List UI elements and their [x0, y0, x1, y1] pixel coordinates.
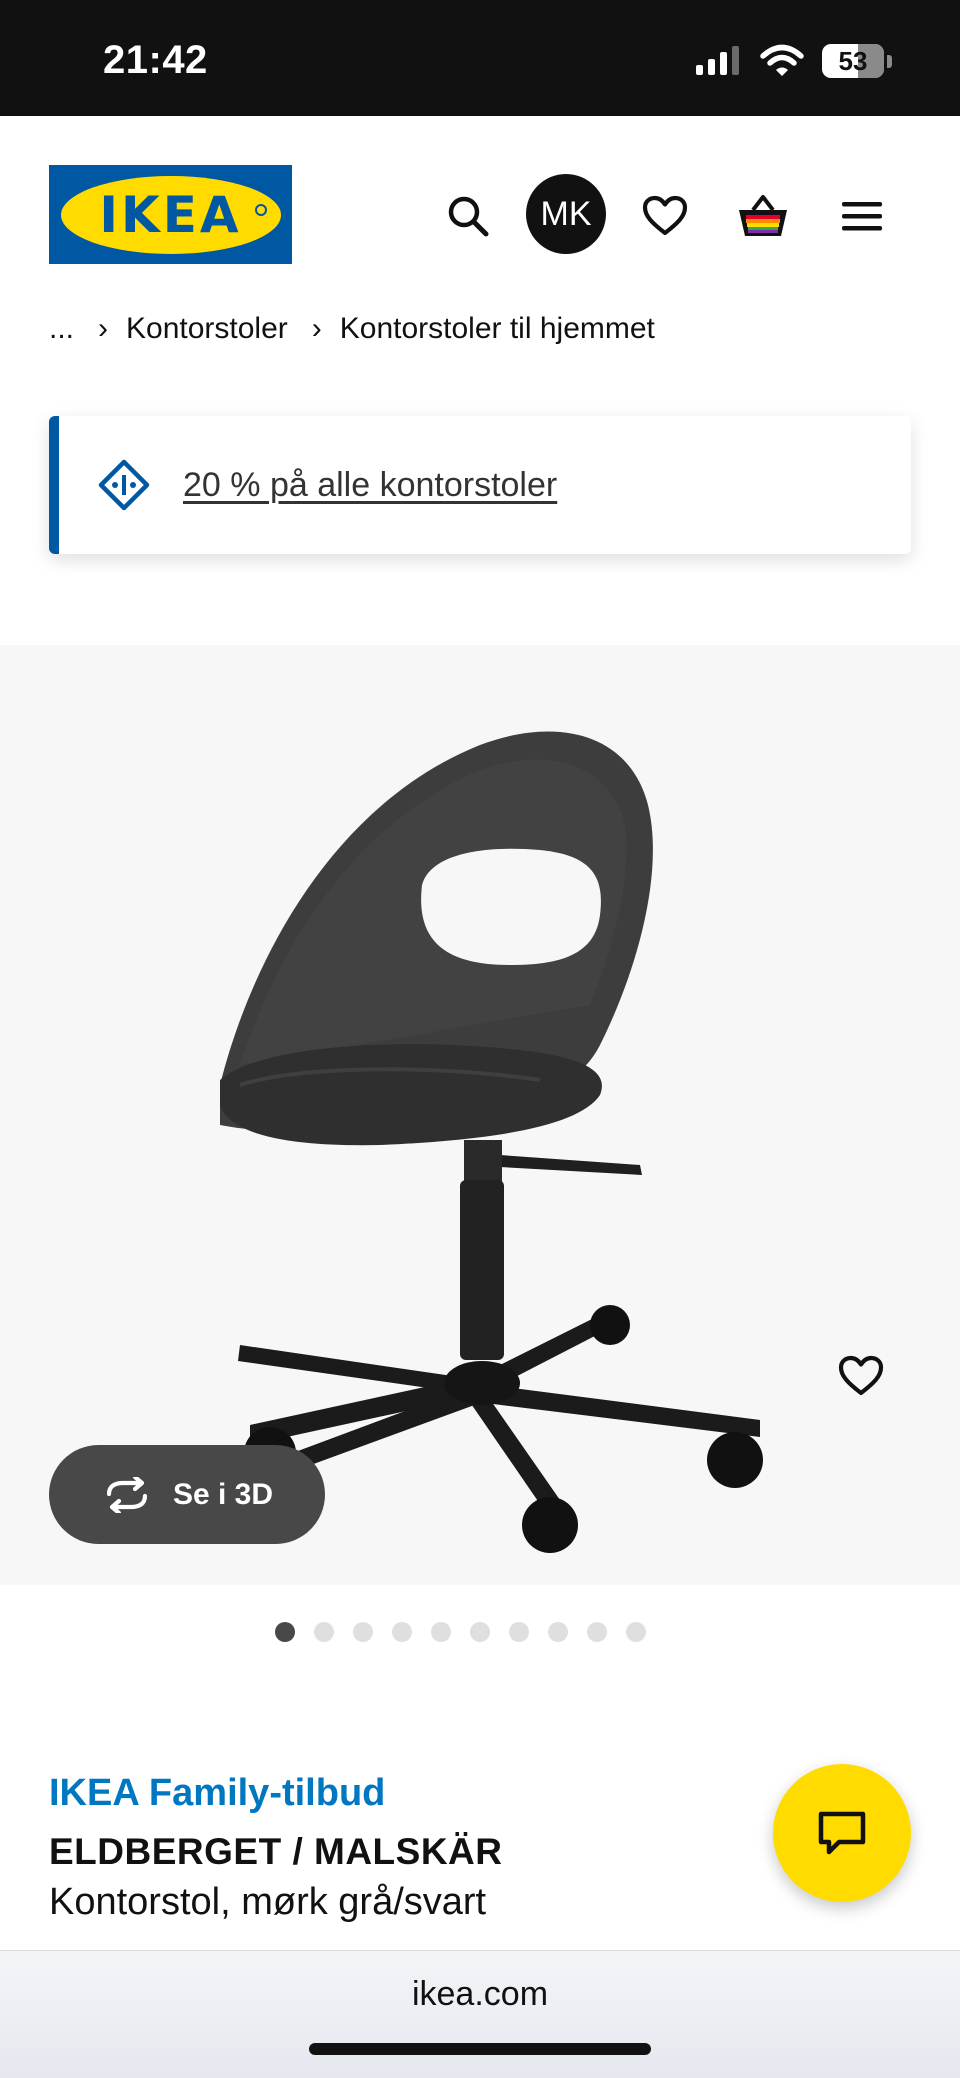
status-time: 21:42 — [103, 38, 208, 82]
breadcrumb-item-kontorstoler-til-hjemmet[interactable]: Kontorstoler til hjemmet — [340, 312, 655, 346]
product-favourite-button[interactable] — [828, 1345, 894, 1407]
ikea-logo[interactable]: IKEA — [49, 165, 292, 264]
family-offer-label: IKEA Family-tilbud — [49, 1772, 386, 1814]
chat-icon — [818, 1811, 866, 1855]
carousel-dot[interactable] — [508, 1622, 529, 1642]
product-name: ELDBERGET / MALSKÄR — [49, 1831, 503, 1872]
logo-text: IKEA — [99, 185, 242, 244]
status-icons: 53 — [694, 44, 892, 78]
carousel-dot[interactable] — [547, 1622, 568, 1642]
search-button[interactable] — [440, 188, 496, 244]
carousel-dot[interactable] — [313, 1622, 334, 1642]
url-text[interactable]: ikea.com — [0, 1975, 960, 2014]
breadcrumb-separator: › — [311, 312, 322, 345]
status-bar: 21:42 53 — [0, 0, 960, 116]
battery-level: 53 — [838, 45, 868, 76]
rotate-3d-icon — [106, 1476, 148, 1513]
search-icon — [448, 196, 489, 237]
basket-button[interactable] — [733, 186, 793, 246]
view-3d-label: Se i 3D — [172, 1477, 274, 1511]
breadcrumb-ellipsis[interactable]: ... — [49, 312, 74, 346]
carousel-dot[interactable] — [391, 1622, 412, 1642]
carousel-dot[interactable] — [352, 1622, 373, 1642]
carousel-dot[interactable] — [430, 1622, 451, 1642]
battery-icon: 53 — [822, 44, 884, 78]
menu-button[interactable] — [832, 190, 892, 242]
image-carousel-dots — [0, 1622, 960, 1642]
favourites-button[interactable] — [636, 188, 694, 244]
view-3d-button[interactable]: Se i 3D — [49, 1445, 325, 1544]
breadcrumb-item-kontorstoler[interactable]: Kontorstoler — [126, 312, 288, 346]
carousel-dot[interactable] — [586, 1622, 607, 1642]
breadcrumb: ... › Kontorstoler › Kontorstoler til hj… — [49, 312, 655, 346]
promo-tag-icon — [97, 458, 151, 512]
heart-icon — [838, 1355, 884, 1396]
product-image[interactable] — [0, 645, 960, 1585]
chat-button[interactable] — [773, 1764, 911, 1902]
promo-banner[interactable]: 20 % på alle kontorstoler — [49, 416, 911, 554]
wifi-icon — [760, 44, 804, 76]
basket-icon — [739, 195, 787, 236]
product-description: Kontorstol, mørk grå/svart — [49, 1881, 487, 1923]
promo-link[interactable]: 20 % på alle kontorstoler — [183, 466, 557, 505]
heart-icon — [642, 195, 688, 236]
breadcrumb-separator: › — [98, 312, 109, 345]
carousel-dot[interactable] — [469, 1622, 490, 1642]
cellular-signal-icon — [696, 46, 739, 75]
browser-url-bar[interactable]: ikea.com — [0, 1950, 960, 2078]
avatar[interactable]: MK — [526, 174, 606, 254]
menu-icon — [842, 202, 882, 231]
carousel-dot[interactable] — [625, 1622, 646, 1642]
home-indicator[interactable] — [309, 2043, 651, 2055]
carousel-dot[interactable] — [274, 1622, 295, 1642]
